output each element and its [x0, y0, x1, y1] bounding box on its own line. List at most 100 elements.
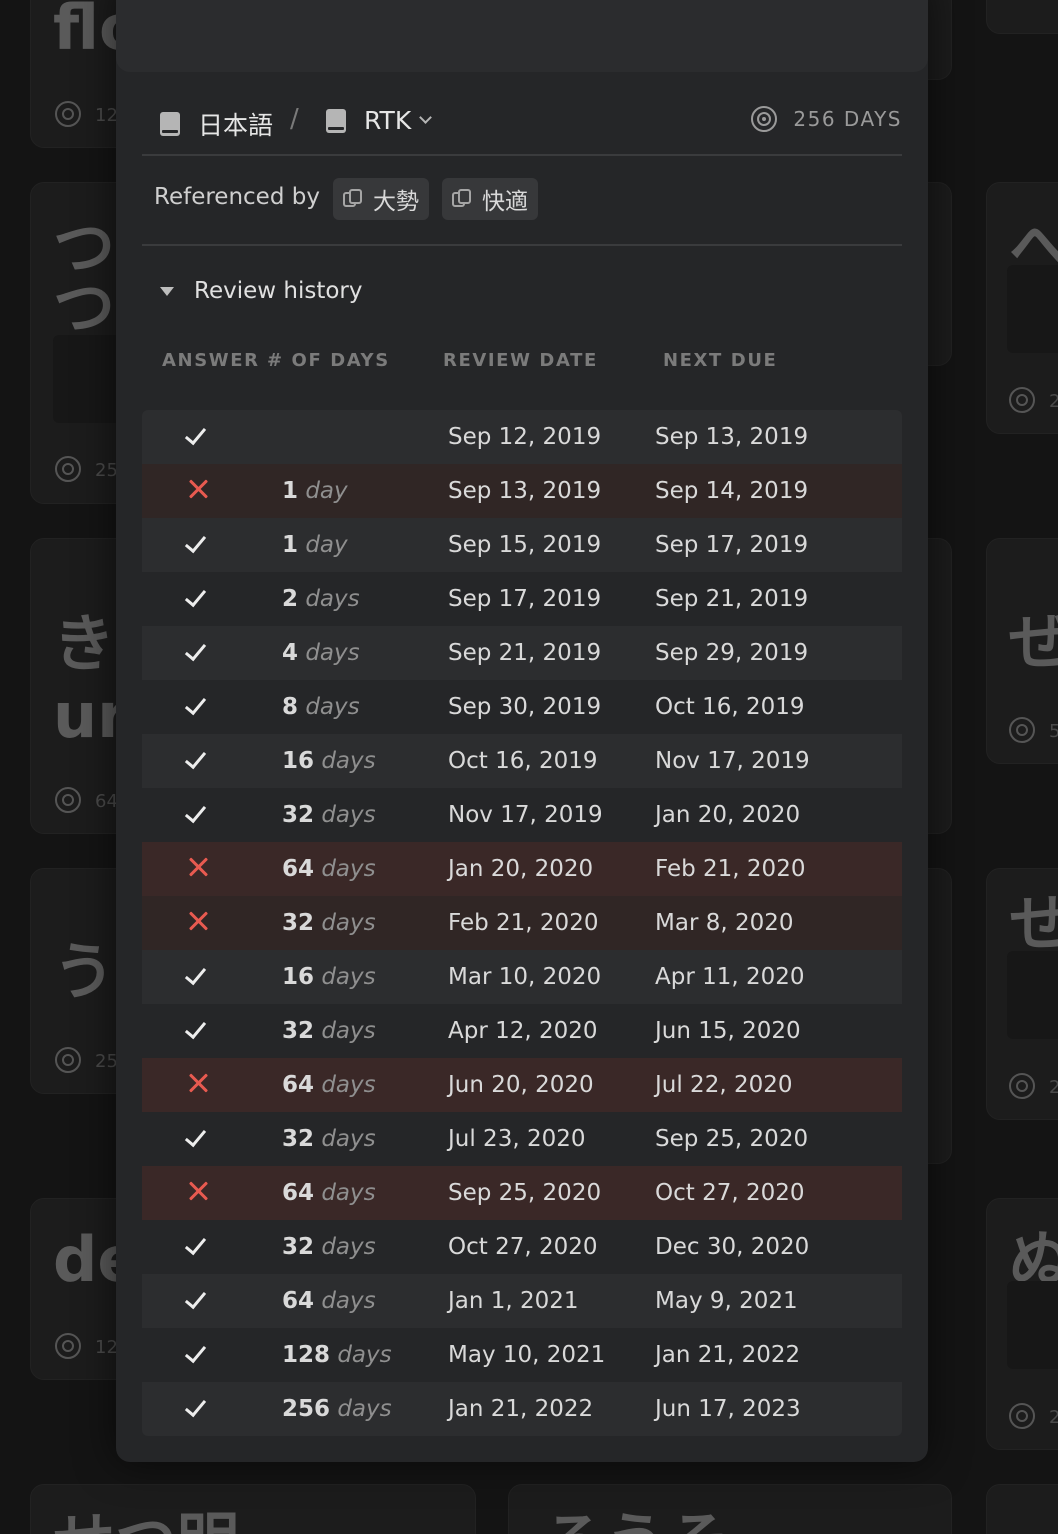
- check-icon: [184, 1016, 207, 1040]
- check-icon: [184, 422, 207, 446]
- table-row: 16 days Oct 16, 2019 Nov 17, 2019: [142, 734, 902, 788]
- answer-cell: [184, 1123, 210, 1151]
- days-unit: day: [305, 478, 348, 504]
- days-cell: 32 days: [282, 1018, 376, 1044]
- target-icon: [1009, 387, 1035, 413]
- days-cell: 256 days: [282, 1396, 392, 1422]
- days-unit: days: [337, 1342, 392, 1368]
- days-value: 16: [282, 748, 315, 774]
- review-date-cell: May 10, 2021: [448, 1342, 606, 1368]
- next-due-cell: Jun 15, 2020: [655, 1018, 801, 1044]
- background-card[interactable]: せ 2: [986, 868, 1058, 1120]
- background-card[interactable]: ろうそ: [508, 1484, 952, 1534]
- column-header-next-due: NEXT DUE: [663, 350, 778, 371]
- modal-card-preview: [116, 0, 928, 72]
- cross-icon: [186, 853, 210, 881]
- review-date-cell: Feb 21, 2020: [448, 910, 599, 936]
- table-row: 64 days Sep 25, 2020 Oct 27, 2020: [142, 1166, 902, 1220]
- answer-cell: [184, 637, 210, 665]
- days-value: 64: [282, 1180, 315, 1206]
- answer-cell: [186, 853, 210, 881]
- chevron-down-icon: [419, 111, 433, 124]
- check-icon: [184, 1340, 207, 1364]
- target-icon: [55, 1333, 81, 1359]
- days-value: 128: [282, 1342, 331, 1368]
- days-value: 4: [282, 640, 299, 666]
- card-answer-area: [1007, 1281, 1058, 1369]
- card-count: 5: [1049, 721, 1058, 742]
- days-cell: 8 days: [282, 694, 360, 720]
- check-icon: [184, 1286, 207, 1310]
- card-glyph: せつ明: [53, 1511, 239, 1534]
- answer-cell: [184, 1231, 210, 1259]
- answer-cell: [186, 1069, 210, 1097]
- days-value: 8: [282, 694, 299, 720]
- days-unit: days: [305, 586, 360, 612]
- answer-cell: [184, 799, 210, 827]
- background-card[interactable]: [986, 0, 1058, 34]
- card-glyph: せ: [1009, 893, 1058, 955]
- table-row: 64 days Jan 1, 2021 May 9, 2021: [142, 1274, 902, 1328]
- answer-cell: [184, 691, 210, 719]
- card-count: 12: [95, 105, 118, 126]
- days-value: 32: [282, 1018, 315, 1044]
- next-due-cell: Sep 29, 2019: [655, 640, 809, 666]
- column-header-days: # OF DAYS: [267, 350, 390, 371]
- book-icon: [326, 108, 346, 133]
- next-due-cell: Jun 17, 2023: [655, 1396, 801, 1422]
- days-value: 2: [282, 586, 299, 612]
- days-cell: 64 days: [282, 1288, 376, 1314]
- days-unit: days: [321, 1126, 376, 1152]
- table-row: 32 days Oct 27, 2020 Dec 30, 2020: [142, 1220, 902, 1274]
- reference-chip[interactable]: 大勢: [333, 178, 429, 220]
- card-count: 25: [95, 1051, 118, 1072]
- next-due-cell: Jul 22, 2020: [655, 1072, 793, 1098]
- breadcrumb-deck[interactable]: 日本語: [160, 106, 273, 142]
- next-due-cell: Dec 30, 2020: [655, 1234, 810, 1260]
- review-date-cell: Sep 15, 2019: [448, 532, 602, 558]
- card-count: 12: [95, 1337, 118, 1358]
- answer-cell: [184, 1015, 210, 1043]
- target-icon: [55, 787, 81, 813]
- interval-badge: 256 DAYS: [751, 106, 902, 132]
- card-count: 2: [1049, 391, 1058, 412]
- answer-cell: [184, 1393, 210, 1421]
- review-date-cell: Jul 23, 2020: [448, 1126, 586, 1152]
- card-count: 64: [95, 791, 118, 812]
- column-header-answer: ANSWER: [162, 350, 260, 371]
- background-card[interactable]: へ 2: [986, 182, 1058, 434]
- next-due-cell: Sep 21, 2019: [655, 586, 809, 612]
- card-answer-area: [1007, 265, 1058, 353]
- check-icon: [184, 530, 207, 554]
- review-history-toggle[interactable]: Review history: [160, 278, 362, 304]
- background-card[interactable]: ぜ 5: [986, 538, 1058, 764]
- days-value: 64: [282, 856, 315, 882]
- cross-icon: [186, 1069, 210, 1097]
- review-date-cell: Jun 20, 2020: [448, 1072, 594, 1098]
- review-date-cell: Oct 27, 2020: [448, 1234, 598, 1260]
- answer-cell: [184, 529, 210, 557]
- answer-cell: [186, 1177, 210, 1205]
- breadcrumb-subdeck-dropdown[interactable]: RTK: [326, 106, 433, 135]
- days-value: 32: [282, 1126, 315, 1152]
- table-row: 64 days Jun 20, 2020 Jul 22, 2020: [142, 1058, 902, 1112]
- check-icon: [184, 1124, 207, 1148]
- check-icon: [184, 638, 207, 662]
- background-card[interactable]: [986, 1484, 1058, 1534]
- answer-cell: [186, 907, 210, 935]
- days-value: 16: [282, 964, 315, 990]
- target-icon: [1009, 717, 1035, 743]
- days-cell: 32 days: [282, 802, 376, 828]
- table-row: 1 day Sep 15, 2019 Sep 17, 2019: [142, 518, 902, 572]
- background-card[interactable]: せつ明: [30, 1484, 476, 1534]
- answer-cell: [186, 475, 210, 503]
- card-glyph: ぜ: [1009, 611, 1058, 673]
- days-cell: 128 days: [282, 1342, 392, 1368]
- background-card[interactable]: ぬ 2: [986, 1198, 1058, 1450]
- table-row: 256 days Jan 21, 2022 Jun 17, 2023: [142, 1382, 902, 1436]
- review-date-cell: Jan 1, 2021: [448, 1288, 579, 1314]
- next-due-cell: Nov 17, 2019: [655, 748, 810, 774]
- next-due-cell: Jan 21, 2022: [655, 1342, 801, 1368]
- card-answer-area: [1007, 951, 1058, 1039]
- reference-chip[interactable]: 快適: [442, 178, 538, 220]
